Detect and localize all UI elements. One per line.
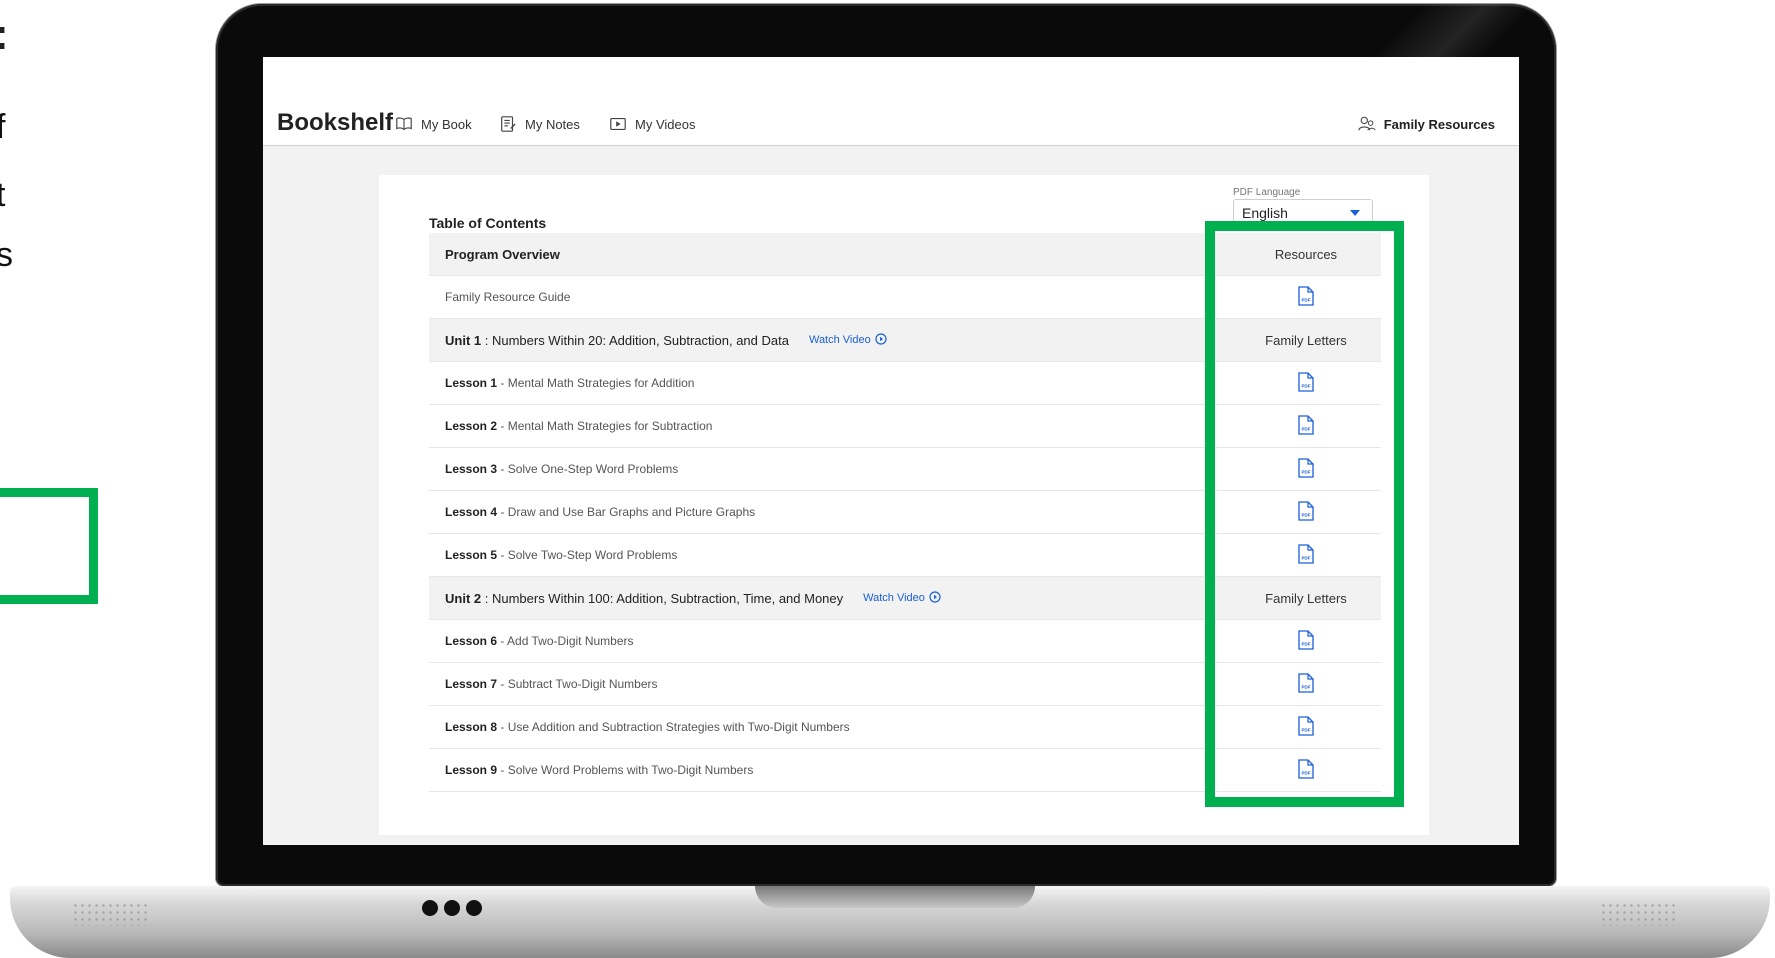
row-title: Unit 1 : Numbers Within 20: Addition, Su… xyxy=(429,333,1231,348)
fragment-glyph-4: s xyxy=(0,236,13,274)
laptop-notch xyxy=(755,886,1035,908)
row-title-text: - Solve Two-Step Word Problems xyxy=(497,548,678,562)
users-icon xyxy=(1358,116,1376,131)
row-title: Program Overview xyxy=(429,247,1231,262)
indicator-dots xyxy=(422,900,488,921)
row-title-text: - Solve One-Step Word Problems xyxy=(497,462,679,476)
fragment-glyph-3: t xyxy=(0,176,6,214)
watch-video-label: Watch Video xyxy=(808,334,871,346)
speaker-grill-right xyxy=(1600,902,1678,926)
row-title-text: : Numbers Within 20: Addition, Subtracti… xyxy=(481,332,789,348)
row-title-bold: Lesson 5 xyxy=(445,548,498,562)
family-resources-label: Family Resources xyxy=(1383,116,1495,132)
play-circle-icon xyxy=(875,332,887,348)
row-title-bold: Lesson 7 xyxy=(445,677,498,691)
fragment-glyph-2: f xyxy=(0,108,6,146)
fragment-glyph-1: : xyxy=(0,10,9,60)
row-title-text: - Subtract Two-Digit Numbers xyxy=(497,677,658,691)
toc-title: Table of Contents xyxy=(429,215,547,231)
row-title-text: - Draw and Use Bar Graphs and Picture Gr… xyxy=(497,505,756,519)
row-title-text: - Add Two-Digit Numbers xyxy=(497,634,634,648)
row-title-bold: Unit 2 xyxy=(445,590,482,606)
row-title-bold: Unit 1 xyxy=(445,332,482,348)
family-resources-link[interactable]: Family Resources xyxy=(1358,115,1495,133)
lid-gloss xyxy=(1296,4,1556,64)
row-title[interactable]: Lesson 6 - Add Two-Digit Numbers xyxy=(429,634,1231,648)
row-title-bold: Lesson 2 xyxy=(445,419,498,433)
play-circle-icon xyxy=(929,590,941,606)
row-title[interactable]: Lesson 7 - Subtract Two-Digit Numbers xyxy=(429,677,1231,691)
row-title-text: - Use Addition and Subtraction Strategie… xyxy=(497,720,850,734)
slide-left-fragment: : f t s xyxy=(0,0,120,958)
row-title-text: - Mental Math Strategies for Addition xyxy=(497,376,695,390)
watch-video-link[interactable]: Watch Video xyxy=(863,590,941,606)
row-title-text: - Solve Word Problems with Two-Digit Num… xyxy=(497,763,754,777)
pdf-language-value: English xyxy=(1242,205,1288,221)
pdf-language-label: PDF Language xyxy=(1233,187,1301,198)
nav-my-book-label: My Book xyxy=(421,116,472,132)
row-title-text: : Numbers Within 100: Addition, Subtract… xyxy=(481,590,844,606)
row-title-text: Family Resource Guide xyxy=(445,290,571,304)
row-title[interactable]: Family Resource Guide xyxy=(429,290,1231,304)
row-title[interactable]: Lesson 8 - Use Addition and Subtraction … xyxy=(429,720,1231,734)
row-title-bold: Lesson 4 xyxy=(445,505,498,519)
row-title-bold: Lesson 8 xyxy=(445,720,498,734)
row-title[interactable]: Lesson 3 - Solve One-Step Word Problems xyxy=(429,462,1231,476)
video-icon xyxy=(610,118,626,130)
nav-my-notes[interactable]: My Notes xyxy=(499,115,580,133)
speaker-grill-left xyxy=(72,902,150,926)
row-title-bold: Program Overview xyxy=(445,246,560,262)
nav-my-book[interactable]: My Book xyxy=(395,115,472,133)
row-title[interactable]: Lesson 5 - Solve Two-Step Word Problems xyxy=(429,548,1231,562)
row-title-bold: Lesson 3 xyxy=(445,462,498,476)
top-navbar: Bookshelf My Book My Notes My Videos Fam… xyxy=(263,57,1519,146)
nav-my-videos-label: My Videos xyxy=(635,116,696,132)
row-title[interactable]: Lesson 2 - Mental Math Strategies for Su… xyxy=(429,419,1231,433)
row-title-text: - Mental Math Strategies for Subtraction xyxy=(497,419,713,433)
watch-video-link[interactable]: Watch Video xyxy=(808,332,887,348)
row-title[interactable]: Lesson 1 - Mental Math Strategies for Ad… xyxy=(429,376,1231,390)
row-title-bold: Lesson 9 xyxy=(445,763,498,777)
caret-down-icon xyxy=(1350,210,1360,216)
brand-title[interactable]: Bookshelf xyxy=(277,109,393,137)
row-title[interactable]: Lesson 9 - Solve Word Problems with Two-… xyxy=(429,763,1231,777)
row-title-bold: Lesson 1 xyxy=(445,376,498,390)
row-title: Unit 2 : Numbers Within 100: Addition, S… xyxy=(429,591,1231,606)
resources-highlight-box xyxy=(1205,221,1404,807)
notes-icon xyxy=(501,116,516,132)
watch-video-label: Watch Video xyxy=(863,592,925,604)
nav-my-notes-label: My Notes xyxy=(525,116,580,132)
left-highlight-box xyxy=(0,488,98,604)
row-title-bold: Lesson 6 xyxy=(445,634,498,648)
row-title[interactable]: Lesson 4 - Draw and Use Bar Graphs and P… xyxy=(429,505,1231,519)
nav-my-videos[interactable]: My Videos xyxy=(609,115,695,133)
book-icon xyxy=(396,117,412,131)
